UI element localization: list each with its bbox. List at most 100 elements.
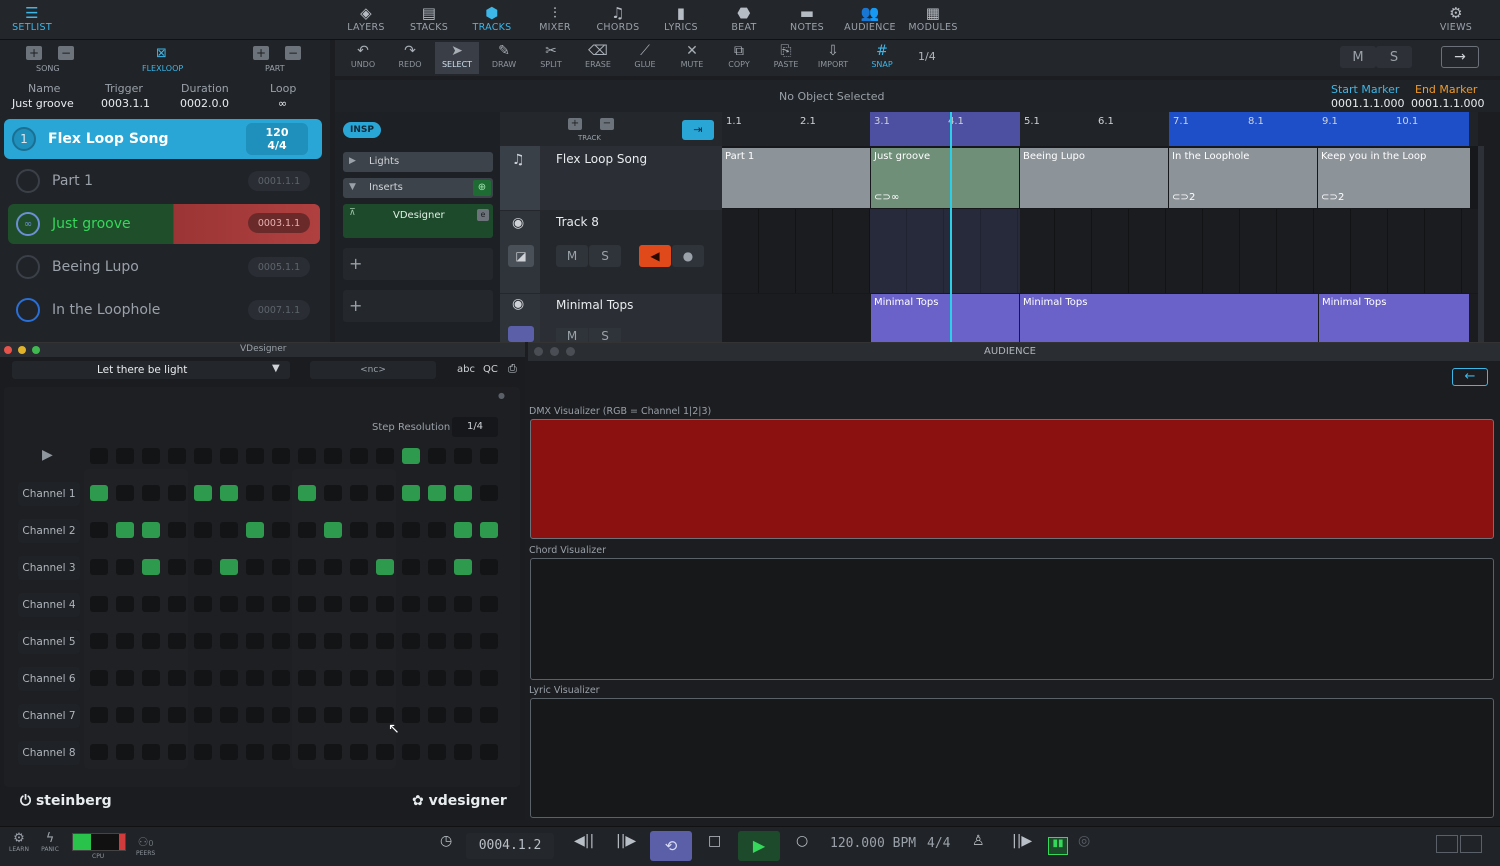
step-cell[interactable]: [428, 522, 446, 538]
step-cell[interactable]: [454, 596, 472, 612]
inserts-section[interactable]: Inserts: [343, 178, 493, 198]
step-cell[interactable]: [428, 633, 446, 649]
step-cell[interactable]: [428, 744, 446, 760]
step-cell[interactable]: [168, 633, 186, 649]
step-cell[interactable]: [350, 744, 368, 760]
step-cell[interactable]: [168, 522, 186, 538]
rewind-icon[interactable]: ◀||: [574, 833, 594, 849]
info-duration[interactable]: 0002.0.0: [180, 97, 229, 110]
stop-icon[interactable]: □: [708, 833, 721, 849]
step-cell[interactable]: [350, 633, 368, 649]
add-part-icon[interactable]: +: [253, 46, 269, 60]
audience-titlebar[interactable]: AUDIENCE: [528, 343, 1500, 361]
step-cell[interactable]: [168, 744, 186, 760]
step-cell[interactable]: [402, 633, 420, 649]
step-cell[interactable]: [298, 670, 316, 686]
step-cell[interactable]: [168, 559, 186, 575]
step-cell[interactable]: [142, 596, 160, 612]
step-cell[interactable]: [324, 485, 342, 501]
step-cell[interactable]: [376, 485, 394, 501]
global-solo-button[interactable]: S: [1376, 46, 1412, 68]
redo-button[interactable]: ↷ REDO: [388, 42, 432, 74]
step-cell[interactable]: [246, 522, 264, 538]
ruler[interactable]: 1.1 2.1 3.1 4.1 5.1 6.1 7.1 8.1 9.1 10.1: [722, 112, 1478, 146]
tag-icon[interactable]: ◪: [508, 245, 534, 267]
step-cell[interactable]: [194, 633, 212, 649]
step-cell[interactable]: [220, 744, 238, 760]
step-cell[interactable]: [90, 707, 108, 723]
step-cell[interactable]: [480, 670, 498, 686]
fit-tracks-icon[interactable]: ⇥: [682, 120, 714, 140]
close-icon[interactable]: [534, 347, 543, 356]
inspector-toggle[interactable]: INSP: [343, 122, 381, 138]
step-cell[interactable]: [480, 633, 498, 649]
global-mute-button[interactable]: M: [1340, 46, 1376, 68]
peers-indicator[interactable]: ⚇0 PEERS: [136, 831, 155, 857]
step-cell[interactable]: [324, 707, 342, 723]
step-cell[interactable]: [116, 596, 134, 612]
step-cell[interactable]: [194, 744, 212, 760]
step-cell[interactable]: [90, 670, 108, 686]
nav-audience[interactable]: 👥 AUDIENCE: [840, 4, 900, 38]
step-cell[interactable]: [402, 744, 420, 760]
draw-tool[interactable]: ✎ DRAW: [482, 42, 526, 74]
step-cell[interactable]: [272, 633, 290, 649]
step-cell[interactable]: [376, 633, 394, 649]
step-cell[interactable]: [428, 596, 446, 612]
step-cell[interactable]: [272, 485, 290, 501]
start-marker-value[interactable]: 0001.1.1.000: [1331, 97, 1404, 110]
step-cell[interactable]: [454, 670, 472, 686]
snap-grid-value[interactable]: 1/4: [918, 50, 936, 63]
info-loop[interactable]: ∞: [278, 97, 287, 110]
part-clip-part1[interactable]: Part 1: [722, 148, 870, 208]
step-cell[interactable]: [428, 670, 446, 686]
play-button[interactable]: ▶: [738, 831, 780, 861]
step-cell[interactable]: [272, 559, 290, 575]
snap-toggle[interactable]: # SNAP: [860, 42, 904, 74]
track-solo-button[interactable]: S: [589, 245, 621, 267]
loop-toggle-icon[interactable]: ⟲: [650, 831, 692, 861]
step-cell[interactable]: [220, 596, 238, 612]
step-cell[interactable]: [142, 633, 160, 649]
step-cell[interactable]: [142, 559, 160, 575]
step-cell[interactable]: [90, 559, 108, 575]
position-display[interactable]: 0004.1.2: [466, 833, 554, 859]
add-song-icon[interactable]: +: [26, 46, 42, 60]
erase-tool[interactable]: ⌫ ERASE: [576, 42, 620, 74]
step-cell[interactable]: [350, 707, 368, 723]
clip-minimal-tops-1[interactable]: Minimal Tops: [871, 294, 1019, 342]
nav-lyrics[interactable]: ▮ LYRICS: [651, 4, 711, 38]
step-cell[interactable]: [272, 522, 290, 538]
step-cell[interactable]: [116, 522, 134, 538]
forward-icon[interactable]: ||▶: [616, 833, 636, 849]
step-cell[interactable]: [90, 596, 108, 612]
step-cell[interactable]: [298, 744, 316, 760]
part-clip-beeing-lupo[interactable]: Beeing Lupo: [1020, 148, 1168, 208]
remove-part-icon[interactable]: −: [285, 46, 301, 60]
step-cell[interactable]: [272, 596, 290, 612]
step-cell[interactable]: [246, 670, 264, 686]
step-cell[interactable]: [220, 707, 238, 723]
remove-song-icon[interactable]: −: [58, 46, 74, 60]
step-cell[interactable]: [246, 707, 264, 723]
step-cell[interactable]: [298, 707, 316, 723]
step-cell[interactable]: [142, 744, 160, 760]
edit-icon[interactable]: e: [477, 209, 489, 221]
step-cell[interactable]: [350, 522, 368, 538]
step-cell[interactable]: [194, 559, 212, 575]
step-cell[interactable]: [298, 633, 316, 649]
step-cell[interactable]: [480, 522, 498, 538]
clip-minimal-tops-3[interactable]: Minimal Tops: [1319, 294, 1469, 342]
nav-layers[interactable]: ◈ LAYERS: [336, 4, 396, 38]
track-solo-button[interactable]: S: [589, 328, 621, 342]
copy-button[interactable]: ⧉ COPY: [717, 42, 761, 74]
step-cell[interactable]: [272, 744, 290, 760]
step-cell[interactable]: [168, 707, 186, 723]
setlist-part-beeing-lupo[interactable]: Beeing Lupo 0005.1.1: [8, 248, 320, 286]
step-cell[interactable]: [376, 744, 394, 760]
flexloop-icon[interactable]: ⊠: [156, 46, 167, 61]
learn-button[interactable]: ⚙ LEARN: [8, 831, 30, 853]
playhead[interactable]: [950, 112, 952, 342]
minimize-icon[interactable]: [550, 347, 559, 356]
track-mute-button[interactable]: M: [556, 245, 588, 267]
